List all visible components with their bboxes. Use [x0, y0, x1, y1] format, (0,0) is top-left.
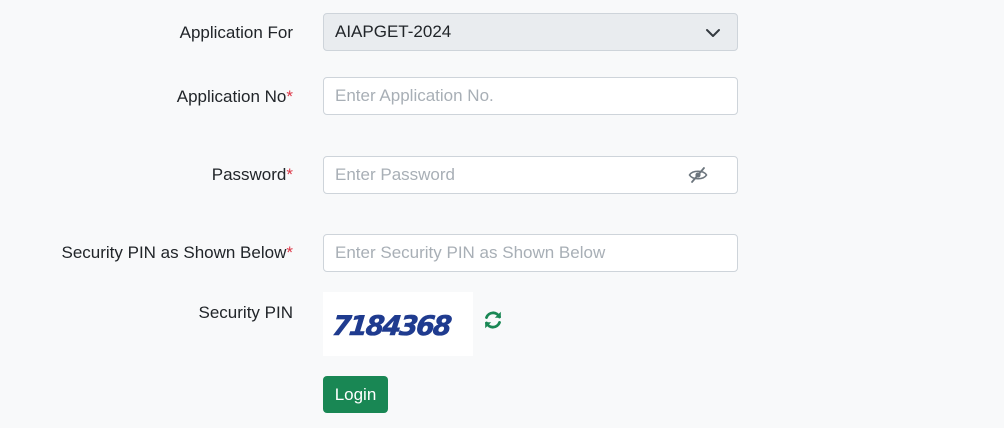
required-asterisk: *: [286, 87, 293, 106]
application-for-select[interactable]: AIAPGET-2024: [323, 13, 738, 51]
security-pin-input-label: Security PIN as Shown Below*: [61, 243, 293, 262]
eye-slash-icon[interactable]: [688, 166, 708, 184]
security-pin-label: Security PIN: [198, 303, 293, 322]
application-for-label: Application For: [179, 23, 293, 42]
required-asterisk: *: [286, 243, 293, 262]
application-for-selected-value: AIAPGET-2024: [335, 22, 452, 41]
refresh-icon[interactable]: [482, 309, 504, 331]
required-asterisk: *: [286, 165, 293, 184]
security-pin-input[interactable]: [323, 234, 738, 272]
password-input[interactable]: [323, 156, 738, 194]
password-label: Password*: [211, 165, 293, 184]
captcha-text: 7184368: [331, 311, 453, 342]
captcha-image: 7184368: [323, 292, 473, 356]
login-form: Application For AIAPGET-2024 Application…: [0, 0, 1004, 428]
login-button[interactable]: Login: [323, 376, 388, 413]
application-no-label: Application No*: [176, 87, 293, 106]
application-no-input[interactable]: [323, 77, 738, 115]
chevron-down-icon: [706, 29, 720, 37]
